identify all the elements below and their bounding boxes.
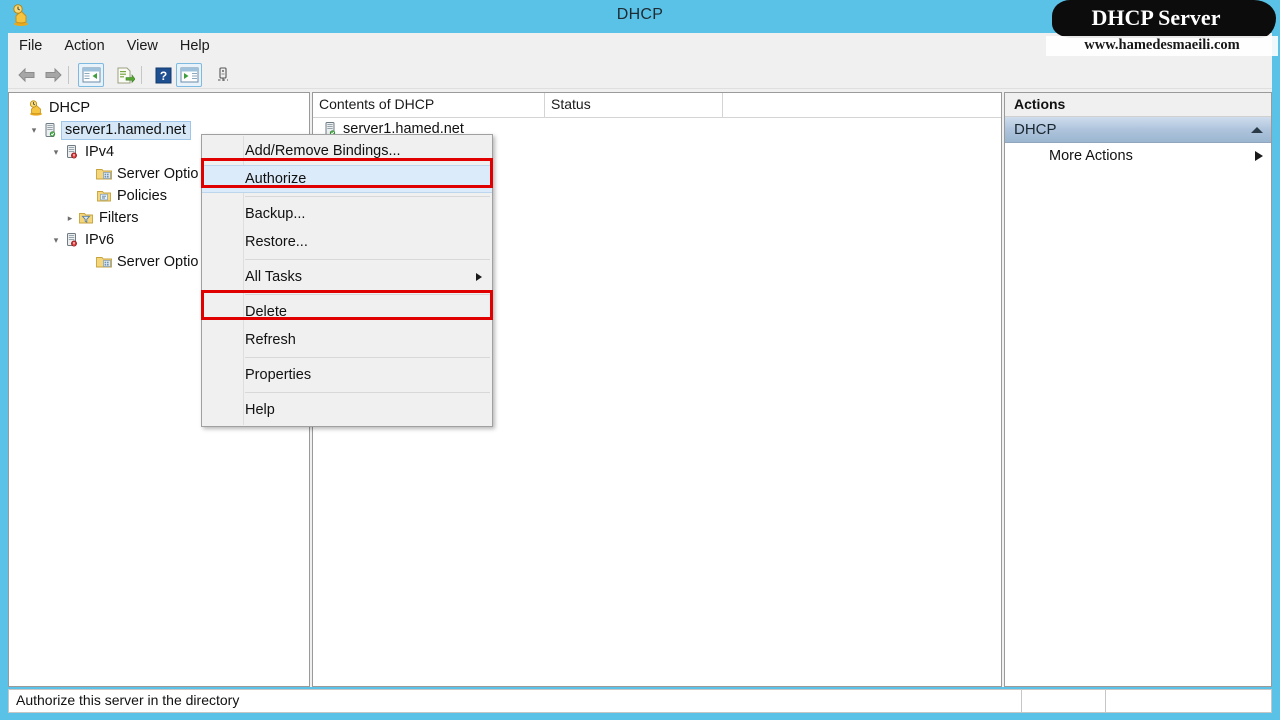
add-remove-bindings-label: Add/Remove Bindings... [245, 143, 401, 159]
caret-right-icon [1255, 151, 1263, 161]
backup-label: Backup... [245, 206, 306, 222]
context-menu[interactable]: Add/Remove Bindings... Authorize Backup.… [201, 134, 493, 427]
context-menu-separator-4 [245, 357, 490, 358]
restore-label: Restore... [245, 234, 308, 250]
tree-label-ipv6-server-options: Server Optio [117, 254, 199, 270]
toolbar: ? [8, 61, 1272, 89]
dhcp-root-icon [27, 100, 45, 116]
ipv4-icon [63, 144, 81, 160]
work-area: DHCP ▾ server1.hamed.net ▾ IPv4 Server O… [8, 89, 1272, 687]
tree-label-dhcp: DHCP [49, 100, 91, 116]
menu-help[interactable]: Help [169, 33, 221, 59]
ipv6-icon [63, 232, 81, 248]
menu-view[interactable]: View [116, 33, 169, 59]
help-menu-item[interactable]: Help [202, 396, 492, 424]
actions-pane: Actions DHCP More Actions [1004, 92, 1272, 687]
tree-label-server: server1.hamed.net [61, 120, 191, 140]
tree-label-policies: Policies [117, 188, 167, 204]
tree-label-ipv4-server-options: Server Optio [117, 166, 199, 182]
caret-up-icon[interactable] [1251, 126, 1263, 133]
refresh-server-icon[interactable] [210, 63, 236, 87]
tree-label-ipv4: IPv4 [85, 144, 115, 160]
authorize-label: Authorize [245, 171, 307, 187]
tree-twisty-filters[interactable]: ▸ [63, 213, 77, 224]
context-menu-separator-5 [245, 392, 490, 393]
status-cell-3 [1105, 689, 1272, 713]
tree-twisty-server[interactable]: ▾ [27, 125, 41, 136]
context-menu-separator-2 [245, 259, 490, 260]
context-menu-separator-3 [245, 294, 490, 295]
delete-label: Delete [245, 304, 287, 320]
all-tasks-label: All Tasks [245, 269, 302, 285]
help-label: Help [245, 402, 275, 418]
actions-item-more-actions[interactable]: More Actions [1005, 143, 1271, 169]
server-options-folder-icon [95, 254, 113, 270]
show-hide-action-pane-icon[interactable] [176, 63, 202, 87]
tree-item-dhcp[interactable]: DHCP [13, 97, 309, 119]
context-menu-separator-1 [245, 196, 490, 197]
status-message: Authorize this server in the directory [8, 689, 1021, 713]
policies-folder-icon [95, 188, 113, 204]
status-cell-2 [1021, 689, 1105, 713]
properties-label: Properties [245, 367, 312, 383]
add-remove-bindings-menu-item[interactable]: Add/Remove Bindings... [202, 137, 492, 165]
refresh-menu-item[interactable]: Refresh [202, 326, 492, 354]
watermark: DHCP Server www.hamedesmaeili.com [1046, 0, 1278, 56]
tree-twisty-ipv4[interactable]: ▾ [49, 147, 63, 158]
actions-group-dhcp[interactable]: DHCP [1005, 117, 1271, 143]
toolbar-separator-2 [141, 66, 142, 84]
status-bar: Authorize this server in the directory [8, 689, 1272, 713]
help-icon[interactable]: ? [150, 63, 176, 87]
tree-twisty-ipv6[interactable]: ▾ [49, 235, 63, 246]
toolbar-separator [68, 66, 69, 84]
authorize-menu-item[interactable]: Authorize [202, 165, 492, 193]
list-column-header: Contents of DHCP Status [313, 93, 1001, 118]
show-hide-console-tree-icon[interactable] [78, 63, 104, 87]
column-header-blank[interactable] [723, 93, 1001, 118]
filters-folder-icon [77, 210, 95, 226]
menu-action[interactable]: Action [53, 33, 115, 59]
back-icon[interactable] [14, 63, 40, 87]
restore-menu-item[interactable]: Restore... [202, 228, 492, 256]
all-tasks-menu-item[interactable]: All Tasks [202, 263, 492, 291]
backup-menu-item[interactable]: Backup... [202, 200, 492, 228]
properties-menu-item[interactable]: Properties [202, 361, 492, 389]
dhcp-console-window: DHCP File Action View Help ? DHCP ▾ serv… [0, 0, 1280, 720]
actions-item-label: More Actions [1049, 148, 1133, 164]
menu-file[interactable]: File [8, 33, 53, 59]
server-icon [41, 122, 59, 138]
tree-label-ipv6: IPv6 [85, 232, 115, 248]
export-list-icon[interactable] [112, 63, 138, 87]
submenu-arrow-icon [476, 273, 482, 281]
actions-group-label: DHCP [1014, 121, 1057, 138]
column-header-contents[interactable]: Contents of DHCP [313, 93, 545, 118]
forward-icon[interactable] [40, 63, 66, 87]
watermark-title: DHCP Server [1091, 5, 1221, 30]
watermark-url: www.hamedesmaeili.com [1046, 36, 1278, 56]
tree-label-filters: Filters [99, 210, 139, 226]
delete-menu-item[interactable]: Delete [202, 298, 492, 326]
svg-text:?: ? [159, 69, 166, 83]
actions-pane-title: Actions [1005, 93, 1271, 117]
refresh-label: Refresh [245, 332, 296, 348]
server-options-folder-icon [95, 166, 113, 182]
column-header-status[interactable]: Status [545, 93, 723, 118]
